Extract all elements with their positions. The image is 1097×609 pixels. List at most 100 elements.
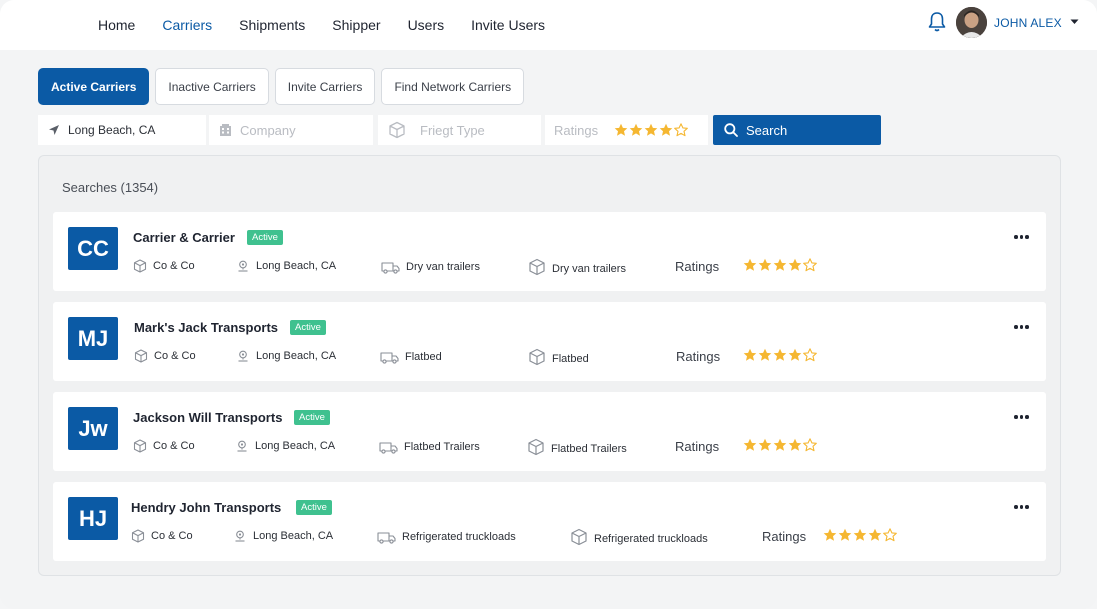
carrier-freight-type: Refrigerated truckloads: [570, 528, 708, 546]
carrier-freight-type: Dry van trailers: [528, 258, 626, 276]
nav-home[interactable]: Home: [98, 17, 135, 33]
ratings-filter-label: Ratings: [554, 122, 599, 138]
more-options-icon[interactable]: [1014, 504, 1030, 510]
carrier-truck-type: Dry van trailers: [381, 260, 480, 274]
carrier-freight-type: Flatbed: [528, 348, 589, 366]
tab-find-network-carriers[interactable]: Find Network Carriers: [381, 68, 525, 105]
carrier-rating-stars: [743, 258, 817, 272]
company-filter[interactable]: Company: [209, 115, 373, 145]
carrier-location: Long Beach, CA: [233, 529, 333, 543]
star-filled-icon: [758, 438, 772, 452]
carrier-name[interactable]: Mark's Jack Transports: [134, 320, 278, 335]
status-badge: Active: [296, 500, 332, 515]
truck-icon: [381, 262, 400, 274]
star-empty-icon: [674, 123, 688, 137]
carrier-location-text: Long Beach, CA: [256, 350, 337, 362]
freight-type-filter[interactable]: Friegt Type: [378, 115, 541, 145]
ratings-label: Ratings: [675, 439, 720, 454]
star-filled-icon: [659, 123, 673, 137]
star-filled-icon: [614, 123, 628, 137]
carrier-company: Co & Co: [131, 529, 193, 543]
carrier-company: Co & Co: [133, 259, 195, 273]
package-icon: [529, 348, 545, 366]
star-filled-icon: [758, 348, 772, 362]
tab-invite-carriers[interactable]: Invite Carriers: [274, 68, 376, 105]
star-filled-icon: [838, 528, 852, 542]
carrier-freight-type-text: Dry van trailers: [552, 263, 626, 275]
nav-users[interactable]: Users: [408, 17, 445, 33]
carrier-truck-type: Refrigerated truckloads: [377, 530, 516, 544]
tab-active-carriers[interactable]: Active Carriers: [38, 68, 150, 105]
carrier-location: Long Beach, CA: [236, 259, 336, 273]
carrier-name[interactable]: Hendry John Transports: [131, 500, 281, 515]
carrier-card[interactable]: MJ Mark's Jack Transports Active Co & Co…: [53, 302, 1046, 381]
company-placeholder: Company: [240, 122, 296, 138]
location-arrow-icon: [48, 124, 60, 136]
star-filled-icon: [743, 258, 757, 272]
nav-shipments[interactable]: Shipments: [239, 17, 305, 33]
star-filled-icon: [788, 348, 802, 362]
ratings-label: Ratings: [675, 259, 720, 274]
box-icon: [133, 259, 147, 273]
nav-invite-users[interactable]: Invite Users: [471, 17, 545, 33]
carrier-company-text: Co & Co: [154, 350, 196, 362]
carrier-card[interactable]: HJ Hendry John Transports Active Co & Co…: [53, 482, 1046, 561]
package-icon: [529, 258, 545, 276]
carrier-name[interactable]: Carrier & Carrier: [133, 230, 235, 245]
results-count: Searches (1354): [62, 180, 159, 195]
building-icon: [219, 124, 232, 136]
carrier-initials: MJ: [68, 317, 118, 360]
star-filled-icon: [788, 438, 802, 452]
carrier-name[interactable]: Jackson Will Transports: [133, 410, 282, 425]
carrier-location: Long Beach, CA: [236, 349, 336, 363]
chevron-down-icon[interactable]: [1070, 19, 1079, 25]
nav-shipper[interactable]: Shipper: [332, 17, 380, 33]
carrier-initials: Jw: [68, 407, 118, 450]
star-filled-icon: [773, 348, 787, 362]
carrier-company-text: Co & Co: [153, 440, 195, 452]
package-icon: [388, 121, 406, 139]
ratings-label: Ratings: [676, 349, 721, 364]
tab-inactive-carriers[interactable]: Inactive Carriers: [155, 68, 269, 105]
status-badge: Active: [290, 320, 326, 335]
avatar[interactable]: [956, 7, 987, 38]
search-icon: [724, 123, 738, 137]
carrier-freight-type: Flatbed Trailers: [527, 438, 627, 456]
carrier-truck-type-text: Dry van trailers: [406, 261, 480, 273]
top-navbar: Home Carriers Shipments Shipper Users In…: [0, 0, 1097, 50]
package-icon: [571, 528, 587, 546]
location-pin-icon: [238, 350, 248, 362]
app-frame: Home Carriers Shipments Shipper Users In…: [0, 0, 1097, 609]
carrier-card[interactable]: Jw Jackson Will Transports Active Co & C…: [53, 392, 1046, 471]
carrier-truck-type: Flatbed: [380, 350, 442, 364]
more-options-icon[interactable]: [1014, 324, 1030, 330]
carrier-rating-stars: [743, 348, 817, 362]
star-filled-icon: [758, 258, 772, 272]
ratings-filter[interactable]: Ratings: [545, 115, 708, 145]
more-options-icon[interactable]: [1014, 414, 1030, 420]
star-filled-icon: [788, 258, 802, 272]
carrier-location-text: Long Beach, CA: [255, 440, 336, 452]
star-empty-icon: [803, 258, 817, 272]
carrier-company: Co & Co: [134, 349, 196, 363]
bell-icon[interactable]: [927, 11, 947, 33]
carrier-tabs: Active Carriers Inactive Carriers Invite…: [38, 68, 525, 105]
star-filled-icon: [853, 528, 867, 542]
carrier-location-text: Long Beach, CA: [256, 260, 337, 272]
star-filled-icon: [823, 528, 837, 542]
more-options-icon[interactable]: [1014, 234, 1030, 240]
carrier-freight-type-text: Flatbed Trailers: [551, 443, 627, 455]
location-filter[interactable]: Long Beach, CA: [38, 115, 206, 145]
carrier-company: Co & Co: [133, 439, 195, 453]
truck-icon: [377, 532, 396, 544]
nav-carriers[interactable]: Carriers: [162, 17, 212, 33]
carrier-rating-stars: [743, 438, 817, 452]
user-name[interactable]: JOHN ALEX: [994, 16, 1062, 30]
search-button[interactable]: Search: [713, 115, 881, 145]
carrier-card[interactable]: CC Carrier & Carrier Active Co & Co Long…: [53, 212, 1046, 291]
box-icon: [131, 529, 145, 543]
ratings-filter-stars[interactable]: [614, 123, 688, 137]
carrier-truck-type: Flatbed Trailers: [379, 440, 480, 454]
carrier-location-text: Long Beach, CA: [253, 530, 334, 542]
carrier-company-text: Co & Co: [153, 260, 195, 272]
